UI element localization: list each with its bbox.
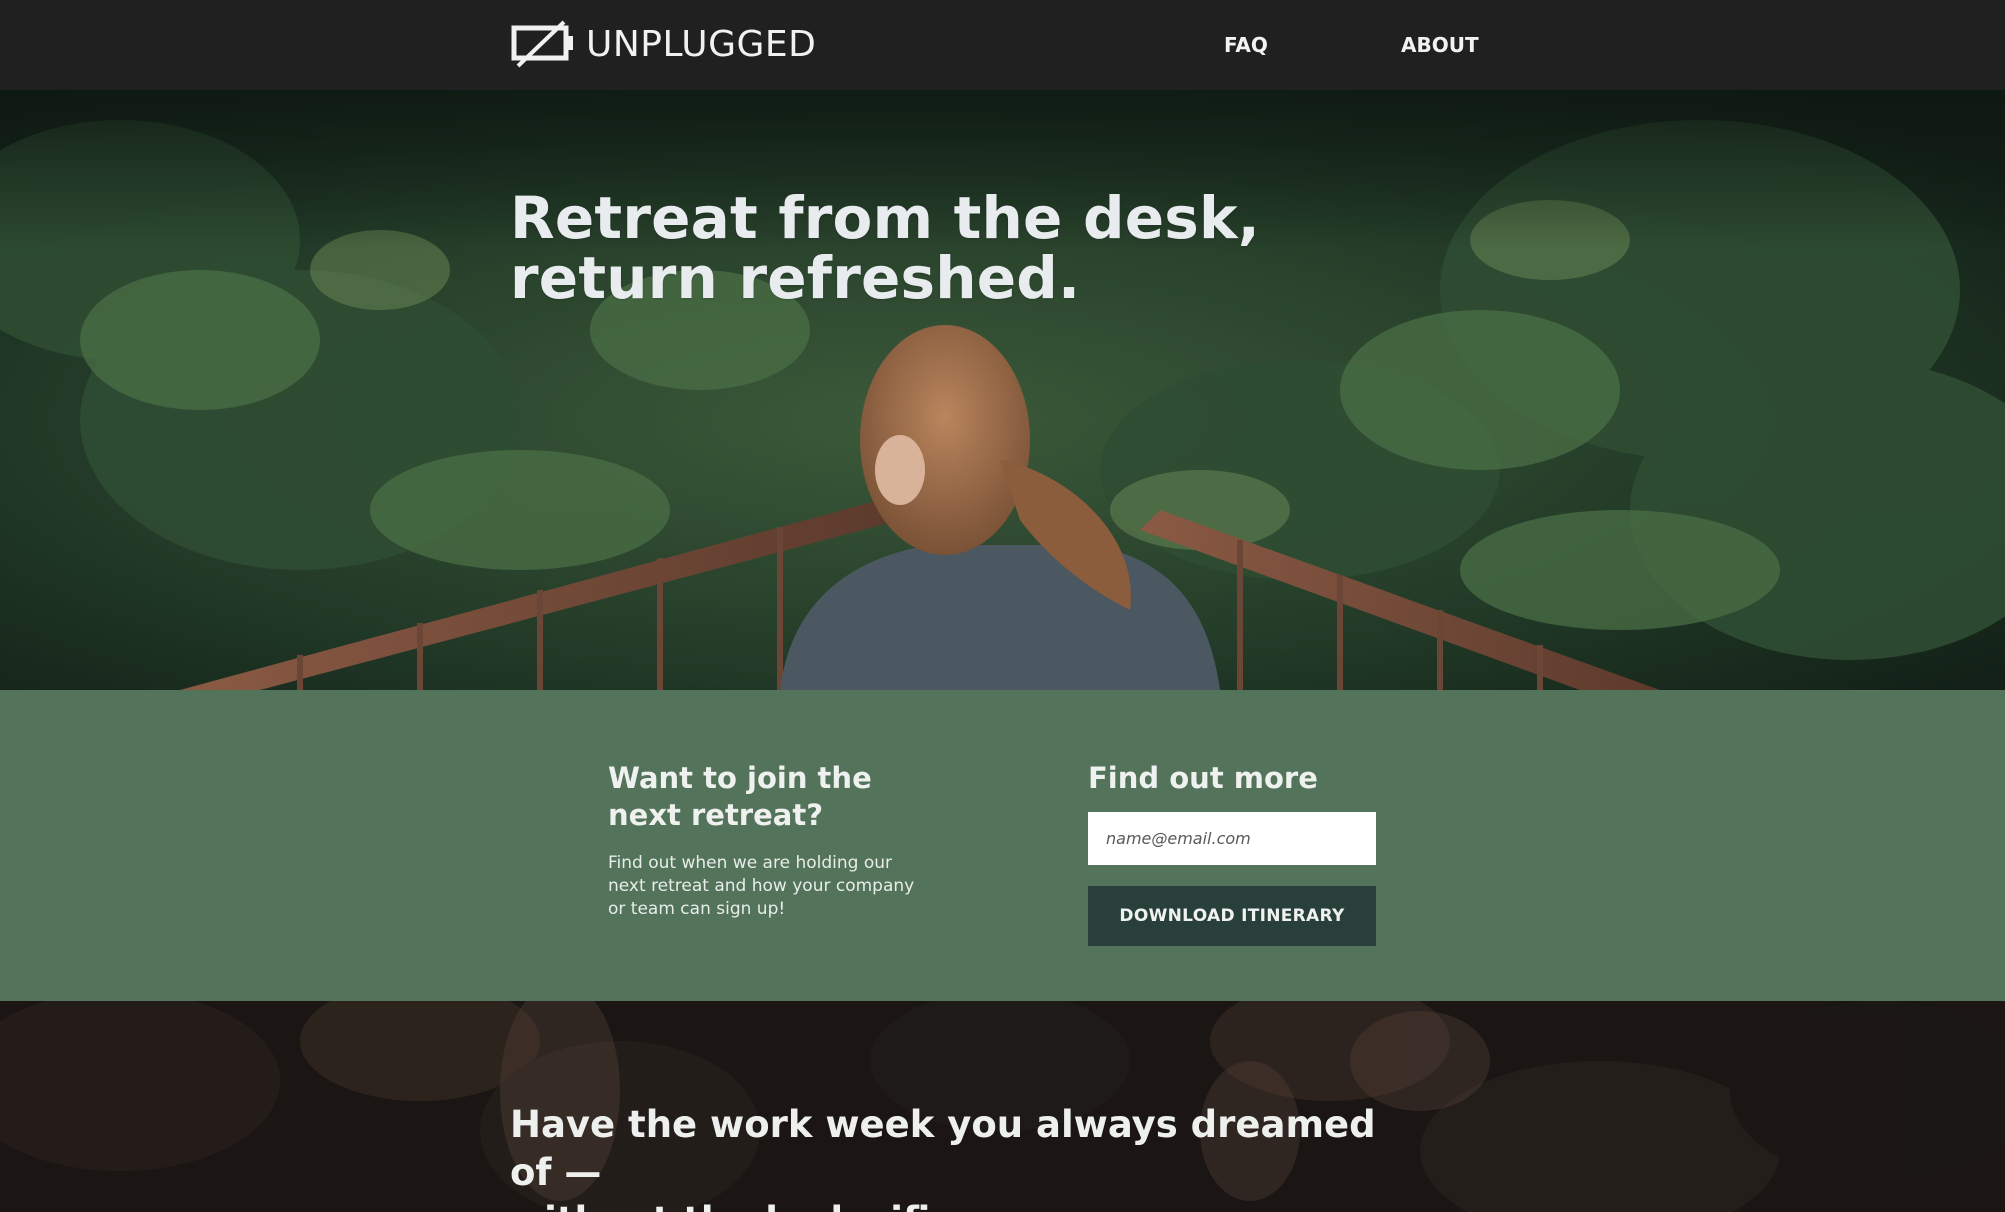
find-out-more-heading: Find out more [1088,761,1318,795]
nav-link-faq[interactable]: FAQ [1224,33,1268,57]
download-itinerary-button[interactable]: DOWNLOAD ITINERARY [1088,886,1376,946]
brand-logo[interactable]: UNPLUGGED [510,16,816,72]
hero-title-line-1: Retreat from the desk, [510,184,1260,252]
hero-section: Retreat from the desk, return refreshed. [0,90,2005,690]
brand-name: UNPLUGGED [586,23,817,65]
join-retreat-heading: Want to join the next retreat? [608,760,918,834]
join-retreat-block: Want to join the next retreat? Find out … [608,760,918,921]
work-week-heading: Have the work week you always dreamed of… [510,1101,1410,1212]
hero-title: Retreat from the desk, return refreshed. [510,188,1330,308]
work-week-section: Have the work week you always dreamed of… [0,1001,2005,1212]
email-input[interactable] [1088,812,1376,865]
find-out-more-form: Find out more DOWNLOAD ITINERARY [1088,760,1376,946]
signup-section: Want to join the next retreat? Find out … [0,690,2005,1001]
work-week-heading-line-1: Have the work week you always dreamed of… [510,1103,1376,1194]
join-retreat-heading-line-2: next retreat? [608,798,824,832]
join-retreat-heading-line-1: Want to join the [608,761,872,795]
nav-link-about[interactable]: ABOUT [1401,33,1479,57]
work-week-heading-line-2: without the bad wifi. [510,1199,944,1212]
hero-forest-bridge-image [0,90,2005,690]
top-navigation-bar: UNPLUGGED FAQ ABOUT [0,0,2005,90]
join-retreat-description: Find out when we are holding our next re… [608,853,915,919]
unplugged-battery-icon [510,18,576,70]
hero-title-line-2: return refreshed. [510,244,1081,312]
